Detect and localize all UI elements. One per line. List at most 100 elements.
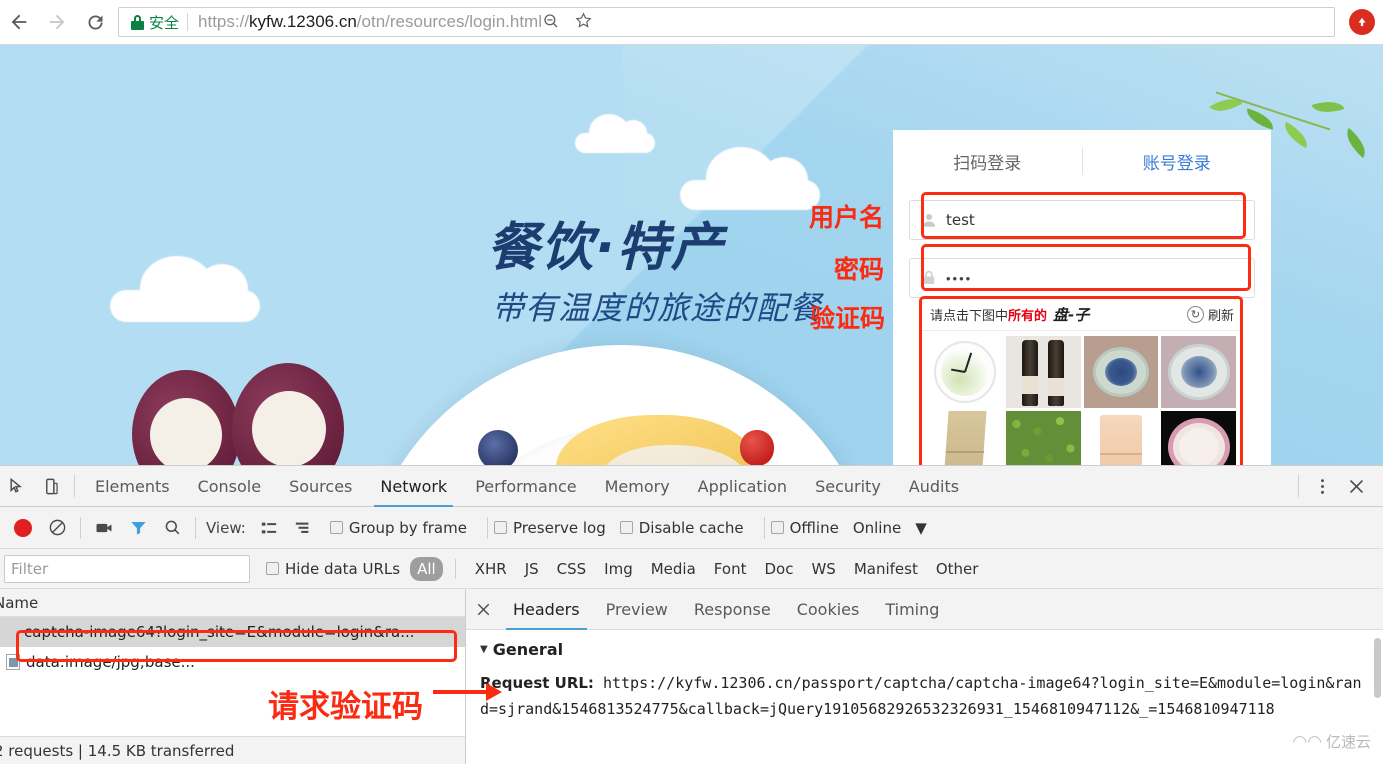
lock-icon: [920, 269, 938, 287]
table-row[interactable]: data:image/jpg;base...: [0, 647, 465, 677]
clear-icon[interactable]: [40, 511, 74, 545]
reload-icon[interactable]: [76, 3, 114, 41]
waterfall-view-icon[interactable]: [286, 511, 320, 545]
omnibox-divider: [187, 13, 189, 31]
request-name: data:image/jpg;base...: [26, 653, 195, 671]
tab-application[interactable]: Application: [684, 466, 801, 507]
devtools-tabbar: Elements Console Sources Network Perform…: [0, 466, 1383, 507]
network-filter-bar: Filter Hide data URLs All XHR JS CSS Img…: [0, 549, 1383, 589]
filter-type-ws[interactable]: WS: [804, 557, 842, 581]
tab-elements[interactable]: Elements: [81, 466, 184, 507]
inspect-element-icon[interactable]: [0, 469, 34, 503]
captcha-tile-peach-strip[interactable]: [1083, 411, 1159, 465]
list-view-icon[interactable]: [252, 511, 286, 545]
captcha-tile-pink-rim-plate[interactable]: [1161, 411, 1236, 465]
request-detail-pane: Headers Preview Response Cookies Timing …: [466, 589, 1383, 764]
column-header-name: Name: [0, 593, 39, 612]
detail-tab-response[interactable]: Response: [681, 589, 784, 630]
profile-avatar-icon[interactable]: [1349, 9, 1375, 35]
url-text: https://kyfw.12306.cn/otn/resources/logi…: [198, 12, 542, 32]
zoom-out-icon[interactable]: [542, 12, 560, 33]
close-icon[interactable]: [1339, 469, 1373, 503]
detail-tab-timing[interactable]: Timing: [872, 589, 952, 630]
detail-tab-preview[interactable]: Preview: [593, 589, 681, 630]
annotation-arrow-line: [433, 690, 488, 694]
back-arrow-icon[interactable]: [0, 3, 38, 41]
captcha-tile-wine-bottles[interactable]: [1005, 336, 1081, 408]
close-detail-icon[interactable]: [466, 602, 500, 617]
captcha-tile-green-beans[interactable]: [1005, 411, 1081, 465]
kebab-menu-icon[interactable]: [1305, 469, 1339, 503]
request-column-header[interactable]: Name: [0, 589, 465, 617]
checkbox-box: [493, 521, 507, 534]
disable-cache-checkbox[interactable]: Disable cache: [619, 518, 744, 537]
filter-type-doc[interactable]: Doc: [757, 557, 800, 581]
tab-console[interactable]: Console: [184, 466, 276, 507]
web-page-viewport: 餐饮·特产 带有温度的旅途的配餐 扫码登录 账号登录 test •••• 请点击…: [0, 45, 1383, 465]
tab-sources[interactable]: Sources: [275, 466, 366, 507]
annotation-password: 密码: [834, 255, 885, 284]
tab-account-login[interactable]: 账号登录: [1083, 149, 1272, 174]
captcha-target-word: 盘-子: [1053, 306, 1090, 324]
device-toolbar-icon[interactable]: [34, 469, 68, 503]
hide-data-urls-label: Hide data URLs: [285, 559, 401, 578]
captcha-prompt: 请点击下图中 所有的 盘-子 ↻ 刷新: [922, 299, 1242, 331]
captcha-prompt-highlight: 所有的: [1008, 309, 1048, 324]
annotation-request-captcha: 请求验证码: [268, 689, 423, 725]
filter-input[interactable]: Filter: [4, 554, 250, 583]
filter-type-all[interactable]: All: [410, 556, 443, 581]
preserve-log-checkbox[interactable]: Preserve log: [493, 519, 606, 537]
network-toolbar: View: Group by frame Preserve log Disabl…: [0, 507, 1383, 549]
detail-tab-headers[interactable]: Headers: [500, 589, 593, 630]
annotation-captcha: 验证码: [810, 304, 886, 333]
tab-memory[interactable]: Memory: [591, 466, 684, 507]
hide-data-urls-checkbox[interactable]: Hide data URLs: [266, 560, 400, 578]
funnel-icon[interactable]: [121, 511, 155, 545]
address-bar[interactable]: 安全 https://kyfw.12306.cn/otn/resources/l…: [118, 7, 1335, 37]
filter-type-img[interactable]: Img: [597, 557, 640, 581]
captcha-tile-cardboard-strip[interactable]: [928, 411, 1003, 465]
captcha-tile-blue-white-bowl[interactable]: [1083, 336, 1159, 408]
request-url-value: https://kyfw.12306.cn/passport/captcha/c…: [480, 674, 1362, 718]
disable-cache-label: Disable cache: [638, 518, 744, 537]
filter-type-other[interactable]: Other: [929, 557, 986, 581]
filter-divider: [454, 558, 456, 579]
search-icon[interactable]: [155, 511, 189, 545]
camera-icon[interactable]: [87, 511, 121, 545]
lock-icon: [131, 14, 144, 30]
detail-tab-cookies[interactable]: Cookies: [784, 589, 873, 630]
tab-audits[interactable]: Audits: [895, 466, 973, 507]
throttling-select[interactable]: Online ▼: [853, 519, 927, 537]
file-image-icon: [6, 654, 20, 670]
tab-network[interactable]: Network: [366, 466, 461, 507]
toolbar-divider-right: [1298, 475, 1299, 497]
captcha-tile-blue-white-plate[interactable]: [1161, 336, 1236, 408]
general-section-header[interactable]: ▼ General: [480, 640, 1369, 659]
filter-type-css[interactable]: CSS: [550, 557, 594, 581]
offline-checkbox[interactable]: Offline: [770, 519, 839, 537]
filter-type-xhr[interactable]: XHR: [468, 557, 514, 581]
group-by-frame-checkbox[interactable]: Group by frame: [329, 519, 467, 537]
star-icon[interactable]: [574, 11, 593, 33]
url-path: /otn/resources/login.html: [356, 12, 542, 31]
captcha-refresh-button[interactable]: ↻ 刷新: [1186, 305, 1234, 324]
filter-type-font[interactable]: Font: [707, 557, 754, 581]
tab-qr-login[interactable]: 扫码登录: [893, 149, 1082, 174]
tab-performance[interactable]: Performance: [461, 466, 590, 507]
tomato-decoration: [740, 430, 774, 465]
filter-type-manifest[interactable]: Manifest: [847, 557, 925, 581]
captcha-tile-clock-plate[interactable]: [928, 336, 1003, 408]
banner-subtitle: 带有温度的旅途的配餐: [492, 289, 823, 327]
network-body: Name captcha-image64?login_site=E&module…: [0, 589, 1383, 764]
screen-root: 安全 https://kyfw.12306.cn/otn/resources/l…: [0, 0, 1383, 764]
record-button-icon[interactable]: [6, 511, 40, 545]
username-value: test: [946, 211, 975, 229]
username-input[interactable]: test: [909, 200, 1255, 240]
detail-scrollbar[interactable]: [1374, 638, 1381, 698]
filter-type-media[interactable]: Media: [644, 557, 703, 581]
annotation-arrow-head: [486, 683, 502, 701]
password-input[interactable]: ••••: [909, 258, 1255, 298]
tab-security[interactable]: Security: [801, 466, 895, 507]
filter-type-js[interactable]: JS: [518, 557, 546, 581]
table-row[interactable]: captcha-image64?login_site=E&module=logi…: [0, 617, 465, 647]
